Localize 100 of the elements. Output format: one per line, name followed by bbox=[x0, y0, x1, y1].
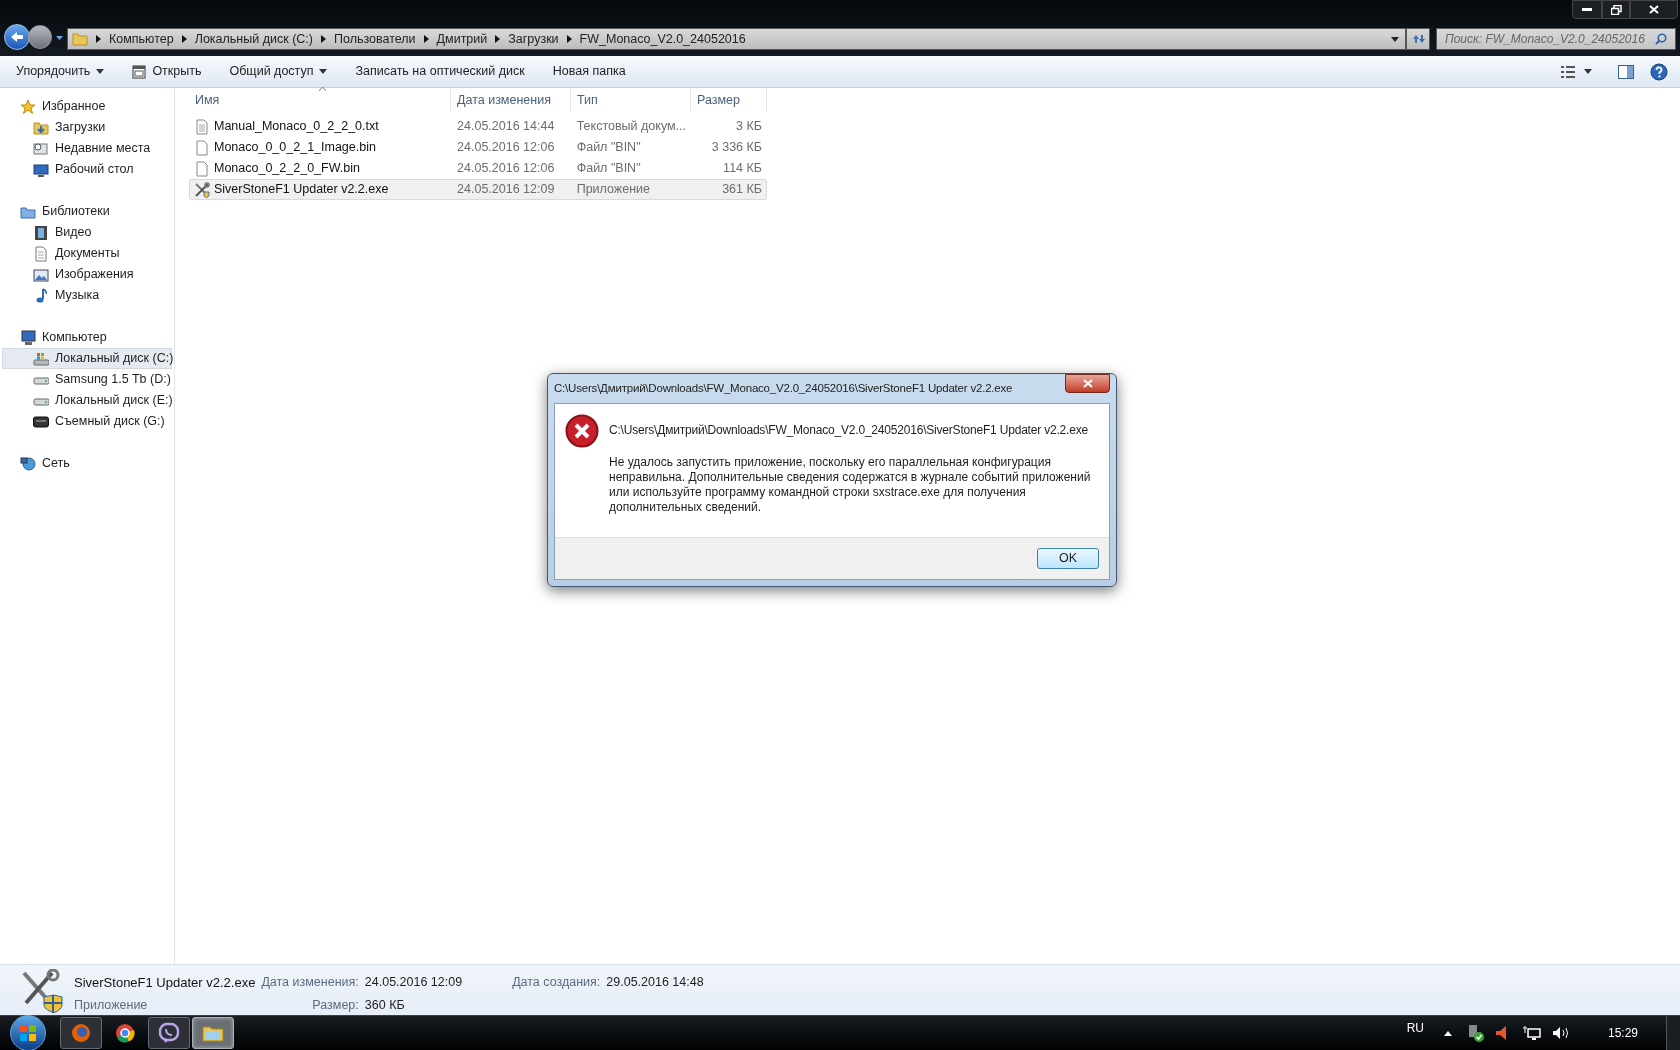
film-icon bbox=[33, 224, 49, 241]
file-name: Monaco_0_0_2_1_Image.bin bbox=[214, 139, 376, 157]
close-button[interactable] bbox=[1630, 0, 1678, 19]
chevron-right-icon[interactable] bbox=[423, 35, 429, 43]
document-icon bbox=[33, 245, 49, 262]
sidebar-item[interactable]: Видео bbox=[2, 222, 172, 243]
wrench-screwdriver-icon bbox=[194, 181, 210, 198]
breadcrumb-item[interactable]: Дмитрий bbox=[436, 29, 488, 49]
date-modified: 24.05.2016 12:06 bbox=[457, 161, 555, 176]
error-message: Не удалось запустить приложение, поскольку его параллельная конфигурация неправильна. Дополнительные сведения содержатся в журнале событий приложений или используйте программу командной строки sxstrace.exe для получения дополнительных сведений. bbox=[609, 455, 1092, 515]
dropdown-caret-icon[interactable] bbox=[1391, 36, 1399, 42]
file-size: 114 КБ bbox=[723, 160, 762, 178]
breadcrumb-item[interactable]: FW_Monaco_V2.0_24052016 bbox=[579, 29, 746, 49]
help-icon[interactable] bbox=[1650, 62, 1668, 81]
back-arrow-icon bbox=[10, 31, 24, 43]
sidebar-group[interactable]: Избранное bbox=[0, 96, 174, 117]
breadcrumb-item[interactable]: Пользователи bbox=[334, 29, 416, 49]
sidebar-group[interactable]: Компьютер bbox=[0, 327, 174, 348]
search-icon bbox=[1655, 33, 1667, 45]
breadcrumb-item[interactable]: Загрузки bbox=[508, 29, 559, 49]
language-indicator[interactable]: RU bbox=[1406, 1019, 1424, 1037]
dialog-title: C:\Users\Дмитрий\Downloads\FW_Monaco_V2.0_24052016\SiverStoneF1 Updater v2.2.exe bbox=[554, 380, 1013, 396]
system-drive-icon bbox=[33, 350, 49, 367]
restore-button[interactable] bbox=[1602, 0, 1630, 19]
file-size: 3 КБ bbox=[736, 118, 762, 136]
date-modified: 24.05.2016 12:09 bbox=[457, 182, 555, 197]
desktop-icon bbox=[33, 161, 49, 178]
sidebar-item[interactable]: Samsung 1.5 Tb (D:) bbox=[2, 369, 172, 390]
refresh-button[interactable] bbox=[1406, 28, 1430, 50]
file-name: Monaco_0_2_2_0_FW.bin bbox=[214, 160, 360, 178]
phone-chat-icon bbox=[158, 1022, 180, 1044]
file-name: SiverStoneF1 Updater v2.2.exe bbox=[214, 181, 389, 199]
field-value: 24.05.2016 12:09 bbox=[364, 974, 463, 991]
column-header[interactable]: Размер bbox=[691, 88, 767, 112]
chevron-right-icon[interactable] bbox=[96, 35, 101, 43]
sidebar-group[interactable]: Сеть bbox=[0, 453, 174, 474]
file-row[interactable]: Monaco_0_2_2_0_FW.bin 24.05.2016 12:06 Файл "BIN" 114 КБ bbox=[189, 158, 767, 179]
sidebar-item[interactable]: Документы bbox=[2, 243, 172, 264]
chevron-right-icon[interactable] bbox=[495, 35, 501, 43]
close-icon bbox=[1649, 5, 1659, 14]
chrome-icon bbox=[114, 1022, 136, 1044]
sidebar-item[interactable]: Локальный диск (E:) bbox=[2, 390, 172, 411]
file-type: Приложение bbox=[74, 996, 149, 1014]
error-path: C:\Users\Дмитрий\Downloads\FW_Monaco_V2.0_24052016\SiverStoneF1 Updater v2.2.exe bbox=[609, 422, 1089, 439]
column-header[interactable]: Тип bbox=[571, 88, 691, 112]
sidebar-item[interactable]: Недавние места bbox=[2, 138, 172, 159]
close-button[interactable] bbox=[1065, 374, 1110, 393]
details-view-icon bbox=[1560, 65, 1576, 78]
show-hidden-icons-icon[interactable] bbox=[1443, 1030, 1452, 1036]
sidebar-item[interactable]: Рабочий стол bbox=[2, 159, 172, 180]
close-icon bbox=[1082, 379, 1093, 388]
preview-pane-icon[interactable] bbox=[1618, 64, 1634, 79]
sidebar-group[interactable]: Библиотеки bbox=[0, 201, 174, 222]
toolbar-button[interactable]: Общий доступ bbox=[221, 59, 336, 84]
minimize-button[interactable] bbox=[1572, 0, 1602, 19]
chevron-right-icon[interactable] bbox=[321, 35, 326, 43]
file-row[interactable]: Monaco_0_0_2_1_Image.bin 24.05.2016 12:06 Файл "BIN" 3 336 КБ bbox=[189, 137, 767, 158]
breadcrumb-item[interactable]: Локальный диск (C:) bbox=[194, 29, 313, 49]
toolbar-button[interactable]: Новая папка bbox=[544, 59, 634, 84]
recent-places-icon bbox=[33, 140, 49, 157]
clock[interactable]: 15:29 bbox=[1607, 1024, 1638, 1042]
chevron-right-icon[interactable] bbox=[181, 35, 187, 43]
file-type: Текстовый докум... bbox=[576, 119, 686, 134]
chevron-right-icon[interactable] bbox=[566, 35, 572, 43]
volume-icon[interactable] bbox=[1551, 1025, 1570, 1041]
back-button[interactable] bbox=[4, 24, 30, 50]
taskbar-app-button[interactable] bbox=[148, 1017, 190, 1049]
field-value: 360 КБ bbox=[364, 996, 406, 1014]
history-dropdown-icon[interactable] bbox=[56, 36, 63, 40]
column-header[interactable]: Дата изменения bbox=[451, 88, 571, 112]
search-field[interactable]: Поиск: FW_Monaco_V2.0_24052016 bbox=[1436, 28, 1676, 50]
file-type: Файл "BIN" bbox=[576, 140, 641, 155]
sidebar-item[interactable]: Загрузки bbox=[2, 117, 172, 138]
sidebar-item[interactable]: Музыка bbox=[2, 285, 172, 306]
caret-icon bbox=[96, 69, 105, 74]
toolbar-button[interactable]: Записать на оптический диск bbox=[347, 59, 533, 84]
date-modified: 24.05.2016 14:44 bbox=[457, 119, 555, 134]
toolbar-button[interactable]: Открыть bbox=[124, 59, 210, 84]
network-icon[interactable] bbox=[1521, 1025, 1542, 1041]
minimize-icon bbox=[1582, 7, 1592, 12]
picture-icon bbox=[33, 266, 49, 283]
breadcrumb-item[interactable]: Компьютер bbox=[109, 29, 174, 49]
column-header[interactable]: Имя bbox=[189, 88, 451, 112]
field-label: Дата изменения: bbox=[261, 974, 359, 991]
sidebar-item[interactable]: Съемный диск (G:) bbox=[2, 411, 172, 432]
file-row[interactable]: Manual_Monaco_0_2_2_0.txt 24.05.2016 14:44 Текстовый докум... 3 КБ bbox=[189, 116, 767, 137]
field-value: 29.05.2016 14:48 bbox=[606, 974, 704, 991]
caret-icon bbox=[319, 69, 328, 74]
ok-button[interactable]: OK bbox=[1037, 548, 1099, 569]
restore-icon bbox=[1610, 4, 1622, 15]
file-row[interactable]: SiverStoneF1 Updater v2.2.exe 24.05.2016 12:09 Приложение 361 КБ bbox=[189, 179, 767, 200]
open-window-icon bbox=[132, 64, 147, 79]
file-name: SiverStoneF1 Updater v2.2.exe bbox=[74, 974, 256, 992]
sidebar-item[interactable]: Локальный диск (C:) bbox=[2, 348, 172, 369]
address-bar[interactable]: Компьютер Локальный диск (C:) Пользователи Дмитрий Загрузки FW_Monaco_V2.0_24052016 bbox=[67, 28, 1406, 50]
forward-button[interactable] bbox=[28, 25, 52, 49]
sidebar-item[interactable]: Изображения bbox=[2, 264, 172, 285]
refresh-icon bbox=[1411, 33, 1425, 45]
toolbar-button[interactable]: Упорядочить bbox=[8, 59, 113, 84]
start-button[interactable] bbox=[10, 1015, 46, 1050]
